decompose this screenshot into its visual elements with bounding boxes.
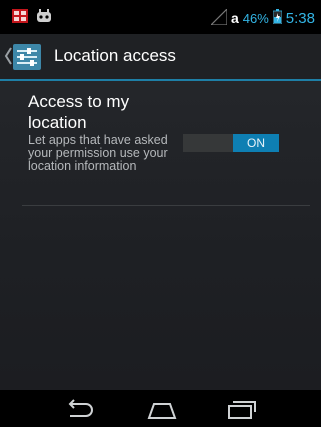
action-bar[interactable]: Location access [0, 34, 321, 81]
settings-content: Access to my location Let apps that have… [0, 81, 321, 390]
back-icon[interactable] [64, 398, 98, 420]
up-caret-icon[interactable] [4, 46, 12, 66]
settings-app-icon[interactable] [12, 43, 42, 71]
page-title: Location access [54, 46, 176, 65]
network-type-label: a [230, 10, 239, 26]
divider [22, 205, 310, 206]
toggle-on-label: ON [233, 134, 279, 152]
bot-notification-icon [36, 8, 52, 28]
screen: a 46% 5:38 Location access Access to my … [0, 0, 321, 427]
clock: 5:38 [285, 9, 315, 27]
notification-app-icon [12, 8, 28, 28]
status-bar: a 46% 5:38 [0, 0, 321, 34]
battery-percent: 46% [242, 10, 269, 26]
setting-summary: Let apps that have asked your permission… [28, 133, 168, 173]
home-icon[interactable] [145, 398, 179, 420]
battery-icon [272, 9, 283, 27]
signal-icon [209, 7, 228, 28]
recents-icon[interactable] [224, 398, 258, 420]
setting-title: Access to my location [28, 92, 130, 132]
location-access-toggle[interactable]: ON [183, 134, 279, 152]
navigation-bar [0, 390, 321, 427]
notification-icons [12, 8, 52, 28]
system-status: a 46% 5:38 [209, 7, 315, 28]
